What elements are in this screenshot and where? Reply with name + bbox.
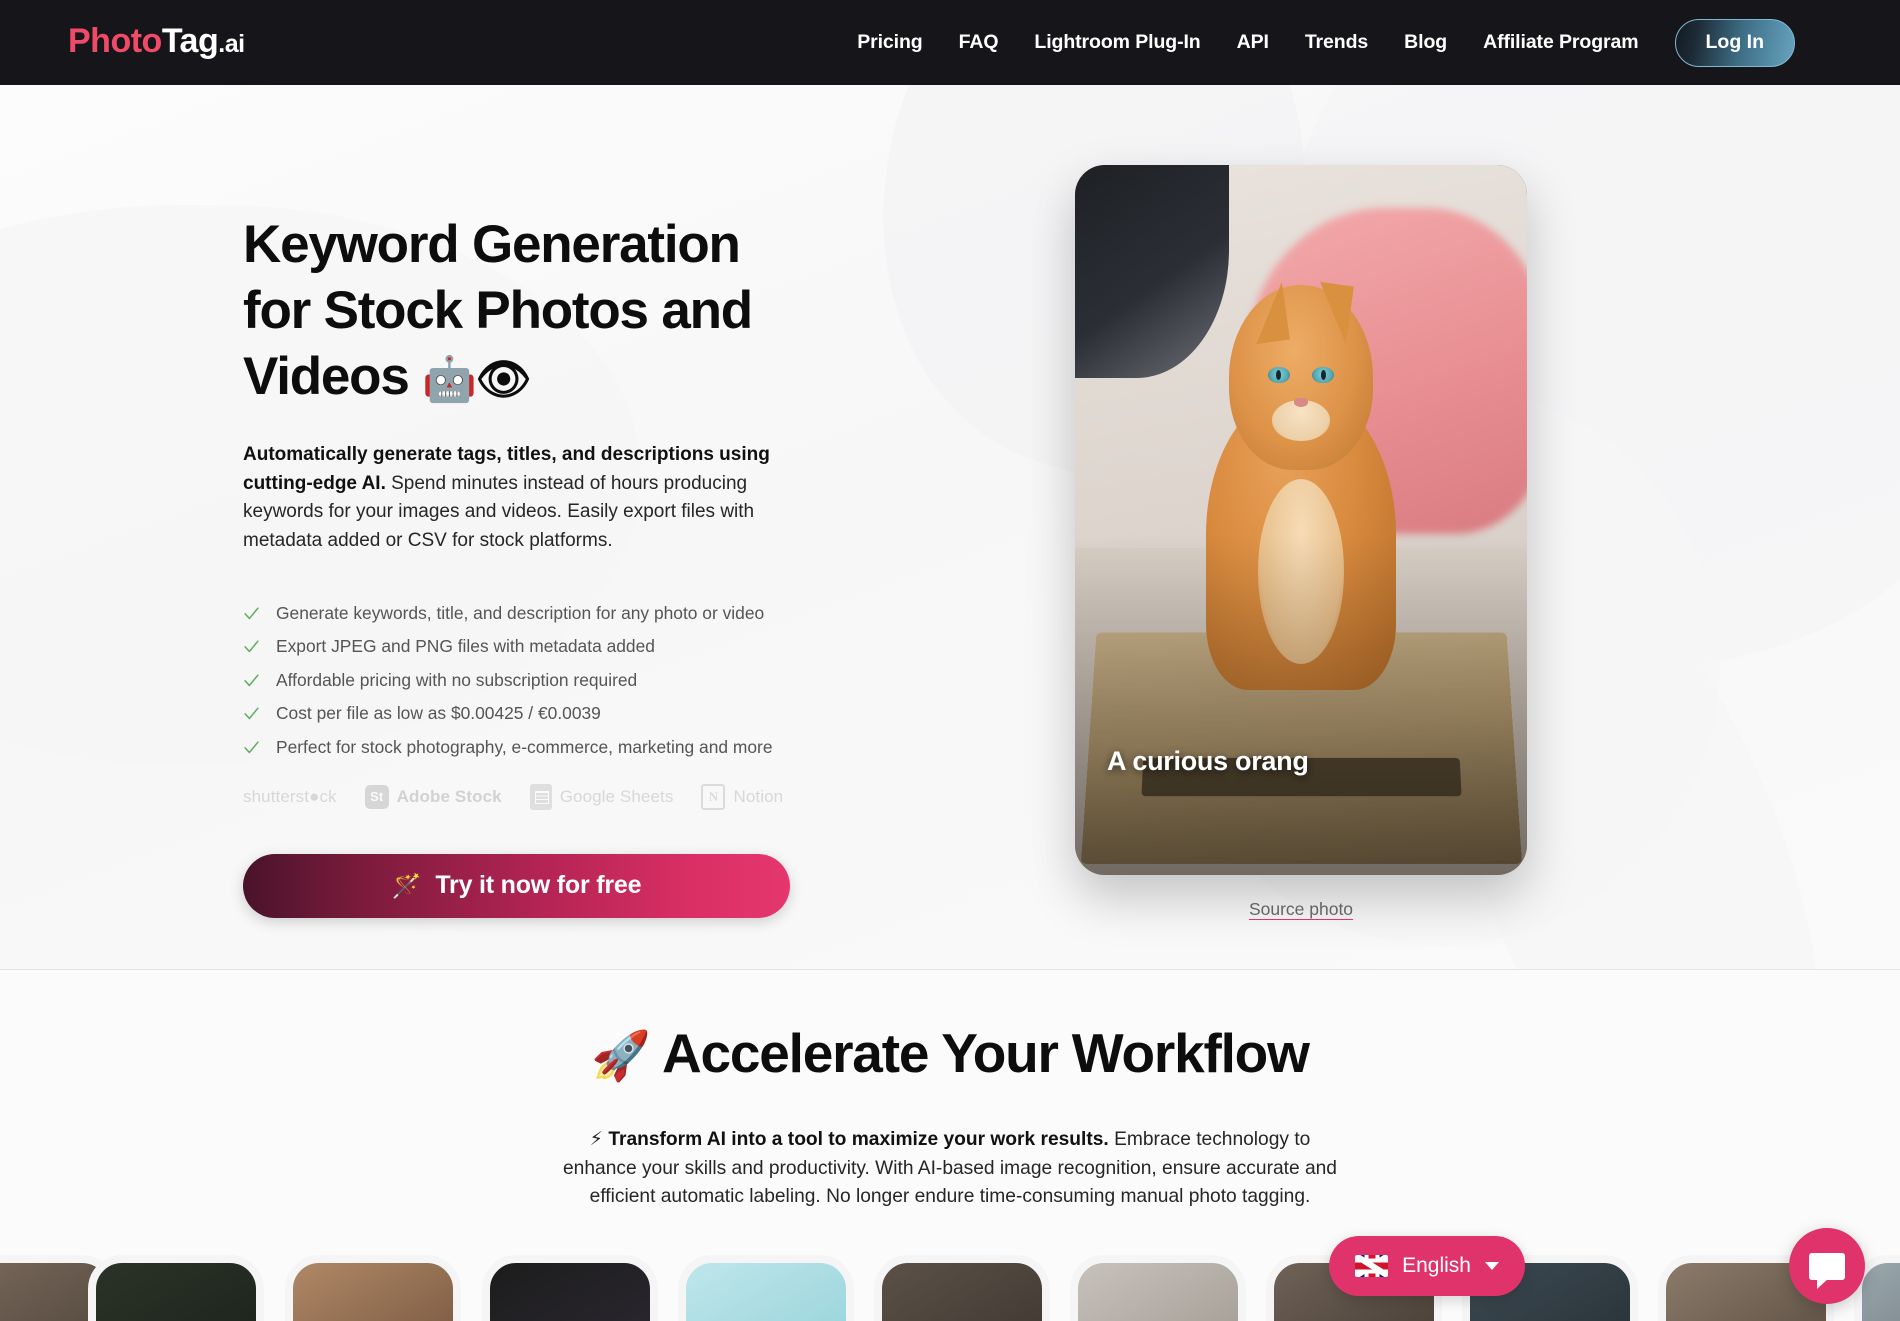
nav-link-faq[interactable]: FAQ bbox=[941, 31, 1017, 54]
language-selector[interactable]: English bbox=[1329, 1236, 1525, 1296]
page-title: Keyword Generation for Stock Photos and … bbox=[243, 212, 823, 413]
list-item: Affordable pricing with no subscription … bbox=[243, 666, 823, 695]
headline-line-2: for Stock Photos and bbox=[243, 281, 753, 340]
eye-icon: 👁 bbox=[475, 354, 532, 405]
notion-icon: N bbox=[701, 783, 726, 810]
check-icon bbox=[244, 607, 259, 619]
flag-cross-vertical bbox=[1368, 1255, 1376, 1277]
accelerate-section: 🚀 Accelerate Your Workflow ⚡ Transform A… bbox=[0, 970, 1900, 1212]
hero-photo-card-wrap: A curious orang Source photo bbox=[1075, 165, 1527, 920]
list-item: Generate keywords, title, and descriptio… bbox=[243, 599, 823, 628]
carousel-thumb[interactable] bbox=[874, 1255, 1050, 1321]
brand-label: Adobe Stock bbox=[396, 786, 502, 806]
chat-widget-button[interactable] bbox=[1789, 1228, 1865, 1304]
hero-copy: Keyword Generation for Stock Photos and … bbox=[243, 212, 823, 918]
feature-list: Generate keywords, title, and descriptio… bbox=[243, 599, 823, 762]
rocket-icon: 🚀 bbox=[591, 1028, 651, 1084]
chat-bubble-icon bbox=[1809, 1252, 1845, 1289]
generated-caption: A curious orang bbox=[1107, 746, 1309, 776]
check-icon bbox=[244, 674, 259, 686]
brand-notion: N Notion bbox=[701, 783, 784, 810]
carousel-thumb[interactable] bbox=[482, 1255, 658, 1321]
brand-label: Notion bbox=[733, 786, 784, 806]
brand-adobe-stock: St Adobe Stock bbox=[364, 784, 502, 809]
top-navbar: PhotoTag.ai Pricing FAQ Lightroom Plug-I… bbox=[0, 0, 1900, 85]
carousel-thumb[interactable] bbox=[1070, 1255, 1246, 1321]
cta-label: Try it now for free bbox=[435, 871, 642, 899]
chevron-down-icon bbox=[1485, 1262, 1499, 1270]
feature-label: Generate keywords, title, and descriptio… bbox=[276, 602, 765, 623]
language-label: English bbox=[1402, 1254, 1471, 1277]
robot-icon: 🤖 bbox=[422, 354, 477, 405]
section-title: 🚀 Accelerate Your Workflow bbox=[0, 1018, 1900, 1091]
check-icon bbox=[244, 640, 259, 653]
login-button[interactable]: Log In bbox=[1674, 18, 1795, 67]
lightning-icon: ⚡ bbox=[589, 1128, 603, 1150]
magic-wand-icon: 🪄 bbox=[391, 871, 422, 900]
section-title-text: Accelerate Your Workflow bbox=[661, 1022, 1310, 1084]
nav-link-api[interactable]: API bbox=[1219, 31, 1287, 54]
logo-photo-text: Photo bbox=[68, 22, 162, 60]
site-logo[interactable]: PhotoTag.ai bbox=[68, 16, 245, 69]
list-item: Export JPEG and PNG files with metadata … bbox=[243, 633, 823, 662]
sample-photo-card[interactable]: A curious orang bbox=[1075, 165, 1527, 875]
brand-google-sheets: Google Sheets bbox=[529, 783, 674, 810]
adobe-stock-icon: St bbox=[364, 784, 389, 809]
feature-label: Perfect for stock photography, e-commerc… bbox=[276, 736, 773, 757]
list-item: Perfect for stock photography, e-commerc… bbox=[243, 733, 823, 762]
headline-line-3: Videos bbox=[243, 347, 410, 406]
brand-label: Google Sheets bbox=[559, 786, 674, 806]
section-body-bold: Transform AI into a tool to maximize you… bbox=[608, 1129, 1109, 1150]
try-it-now-button[interactable]: 🪄 Try it now for free bbox=[243, 853, 790, 918]
nav-link-trends[interactable]: Trends bbox=[1287, 31, 1386, 54]
check-icon bbox=[244, 707, 259, 720]
flag-cross-horizontal bbox=[1355, 1262, 1389, 1270]
carousel-thumb[interactable] bbox=[678, 1255, 854, 1321]
feature-label: Affordable pricing with no subscription … bbox=[276, 669, 638, 690]
logo-tag-text: Tag bbox=[161, 22, 219, 60]
google-sheets-icon bbox=[529, 783, 552, 810]
integration-logos: shutterst●ck St Adobe Stock Google Sheet… bbox=[243, 783, 823, 810]
feature-label: Cost per file as low as $0.00425 / €0.00… bbox=[276, 703, 601, 724]
feature-label: Export JPEG and PNG files with metadata … bbox=[276, 636, 655, 657]
brand-shutterstock: shutterst●ck bbox=[243, 787, 337, 807]
logo-ai-text: .ai bbox=[218, 30, 245, 58]
nav-link-pricing[interactable]: Pricing bbox=[839, 31, 940, 54]
list-item: Cost per file as low as $0.00425 / €0.00… bbox=[243, 700, 823, 729]
uk-flag-icon bbox=[1355, 1255, 1389, 1277]
nav-link-blog[interactable]: Blog bbox=[1386, 31, 1465, 54]
brand-label: shutterst●ck bbox=[243, 786, 337, 806]
hero-subtext: Automatically generate tags, titles, and… bbox=[243, 441, 783, 555]
nav-link-affiliate-program[interactable]: Affiliate Program bbox=[1465, 31, 1656, 54]
nav-link-lightroom-plugin[interactable]: Lightroom Plug-In bbox=[1016, 31, 1218, 54]
carousel-thumb[interactable] bbox=[285, 1255, 461, 1321]
carousel-thumb[interactable] bbox=[88, 1255, 264, 1321]
headline-line-1: Keyword Generation bbox=[243, 215, 741, 274]
section-body: ⚡ Transform AI into a tool to maximize y… bbox=[560, 1125, 1340, 1212]
source-photo-link[interactable]: Source photo bbox=[1075, 899, 1527, 920]
page-root: PhotoTag.ai Pricing FAQ Lightroom Plug-I… bbox=[0, 0, 1900, 1321]
primary-navigation: Pricing FAQ Lightroom Plug-In API Trends… bbox=[839, 0, 1795, 85]
photo-carousel-strip[interactable] bbox=[0, 1255, 1900, 1321]
check-icon bbox=[244, 741, 259, 753]
